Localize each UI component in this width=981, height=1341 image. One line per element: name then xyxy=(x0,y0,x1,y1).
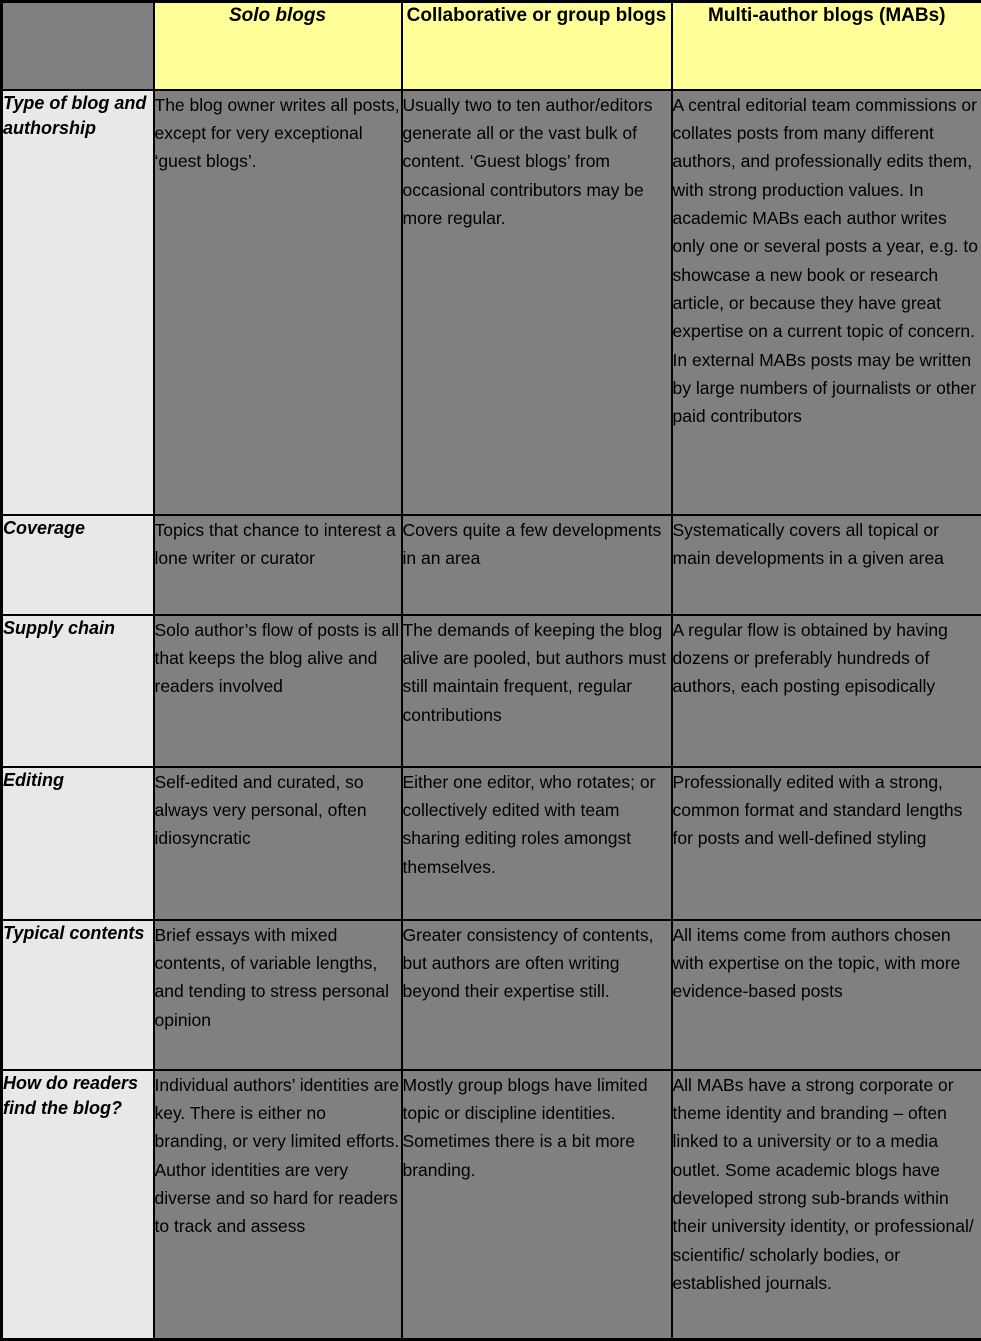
table-row: Supply chain Solo author’s flow of posts… xyxy=(2,615,981,767)
table-row: Type of blog and authorship The blog own… xyxy=(2,90,981,515)
cell-supply-group: The demands of keeping the blog alive ar… xyxy=(402,615,672,767)
table-row: Editing Self-edited and curated, so alwa… xyxy=(2,767,981,920)
cell-typical-solo: Brief essays with mixed contents, of var… xyxy=(154,920,402,1070)
table-body: Type of blog and authorship The blog own… xyxy=(2,90,981,1340)
row-label-coverage: Coverage xyxy=(2,515,154,615)
cell-howfind-mab: All MABs have a strong corporate or them… xyxy=(672,1070,981,1340)
row-label-editing: Editing xyxy=(2,767,154,920)
row-label-supply-chain: Supply chain xyxy=(2,615,154,767)
cell-supply-mab: A regular flow is obtained by having doz… xyxy=(672,615,981,767)
cell-editing-solo: Self-edited and curated, so always very … xyxy=(154,767,402,920)
cell-coverage-group: Covers quite a few developments in an ar… xyxy=(402,515,672,615)
cell-type-mab: A central editorial team commissions or … xyxy=(672,90,981,515)
table-row: Coverage Topics that chance to interest … xyxy=(2,515,981,615)
cell-type-solo: The blog owner writes all posts, except … xyxy=(154,90,402,515)
row-label-how-do-readers-find-the-blog: How do readers find the blog? xyxy=(2,1070,154,1340)
cell-type-group: Usually two to ten author/editors genera… xyxy=(402,90,672,515)
row-label-typical-contents: Typical contents xyxy=(2,920,154,1070)
header-corner-blank xyxy=(2,2,154,90)
column-header-solo-blogs: Solo blogs xyxy=(154,2,402,90)
cell-howfind-group: Mostly group blogs have limited topic or… xyxy=(402,1070,672,1340)
cell-typical-group: Greater consistency of contents, but aut… xyxy=(402,920,672,1070)
row-label-type-of-blog-and-authorship: Type of blog and authorship xyxy=(2,90,154,515)
cell-howfind-solo: Individual authors’ identities are key. … xyxy=(154,1070,402,1340)
cell-supply-solo: Solo author’s flow of posts is all that … xyxy=(154,615,402,767)
cell-editing-group: Either one editor, who rotates; or colle… xyxy=(402,767,672,920)
table-header-row: Solo blogs Collaborative or group blogs … xyxy=(2,2,981,90)
cell-coverage-mab: Systematically covers all topical or mai… xyxy=(672,515,981,615)
cell-editing-mab: Professionally edited with a strong, com… xyxy=(672,767,981,920)
column-header-collaborative-group-blogs: Collaborative or group blogs xyxy=(402,2,672,90)
cell-typical-mab: All items come from authors chosen with … xyxy=(672,920,981,1070)
cell-coverage-solo: Topics that chance to interest a lone wr… xyxy=(154,515,402,615)
table-row: Typical contents Brief essays with mixed… xyxy=(2,920,981,1070)
column-header-multi-author-blogs: Multi-author blogs (MABs) xyxy=(672,2,981,90)
blog-comparison-table: Solo blogs Collaborative or group blogs … xyxy=(0,0,981,1341)
table-row: How do readers find the blog? Individual… xyxy=(2,1070,981,1340)
